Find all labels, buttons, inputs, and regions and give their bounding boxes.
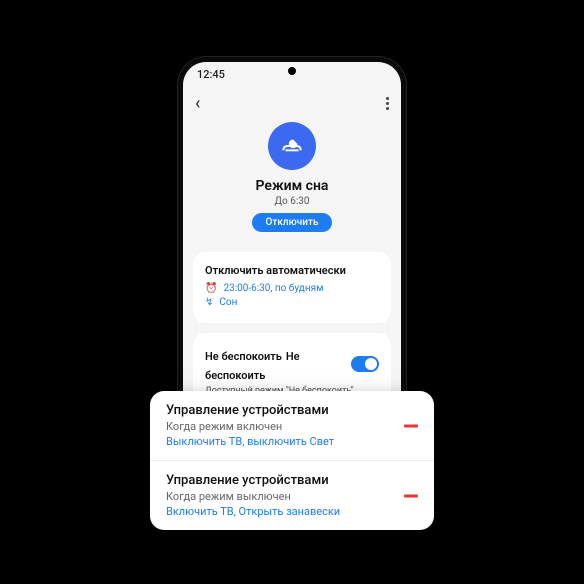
device-row-on-title: Управление устройствами [166, 403, 418, 418]
sleep-icon: ↯ [205, 297, 213, 308]
hero-section: Режим сна До 6:30 Отключить [183, 120, 401, 242]
camera-notch [288, 67, 296, 75]
schedule-sleep-row[interactable]: ↯ Сон [205, 297, 379, 308]
schedule-time-text: 23:00-6:30, по будням [223, 283, 323, 294]
device-row-off-actions: Включить ТВ, Открыть занавески [166, 505, 418, 518]
mode-title: Режим сна [183, 178, 401, 194]
back-icon[interactable]: ‹ [195, 93, 200, 114]
remove-icon[interactable] [404, 424, 418, 427]
schedule-title: Отключить автоматически [205, 264, 379, 277]
device-row-off[interactable]: Управление устройствами Когда режим выкл… [150, 461, 434, 530]
clock-icon: ⏰ [205, 283, 217, 294]
device-row-on-sub: Когда режим включен [166, 420, 418, 433]
sleep-mode-icon [268, 122, 316, 170]
clock-text: 12:45 [197, 68, 225, 81]
device-row-on-actions: Выключить ТВ, выключить Свет [166, 435, 418, 448]
schedule-sleep-text: Сон [219, 297, 237, 308]
app-bar: ‹ [183, 86, 401, 120]
device-row-on[interactable]: Управление устройствами Когда режим вклю… [150, 391, 434, 461]
dnd-toggle[interactable] [351, 356, 379, 372]
device-row-off-sub: Когда режим выключен [166, 490, 418, 503]
more-icon[interactable] [386, 97, 389, 110]
device-row-off-title: Управление устройствами [166, 473, 418, 488]
device-control-overlay: Управление устройствами Когда режим вклю… [150, 391, 434, 530]
schedule-card: Отключить автоматически ⏰ 23:00-6:30, по… [193, 252, 391, 323]
schedule-time-row[interactable]: ⏰ 23:00-6:30, по будням [205, 283, 379, 294]
disable-button[interactable]: Отключить [252, 213, 333, 232]
remove-icon[interactable] [404, 494, 418, 497]
mode-subtitle: До 6:30 [183, 196, 401, 207]
dnd-title: Не беспокоить [205, 350, 282, 363]
